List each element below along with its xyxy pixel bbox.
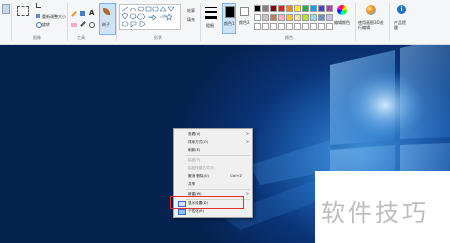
palette-swatch[interactable] [318, 14, 325, 21]
palette-swatch[interactable] [286, 5, 293, 12]
colors-group-label: 颜色 [285, 35, 293, 40]
palette-swatch[interactable] [302, 14, 309, 21]
eraser-icon[interactable] [71, 23, 77, 27]
outline-button[interactable]: 轮廓 [187, 8, 195, 14]
chevron-right-icon: > [245, 131, 249, 136]
pencil-icon[interactable] [71, 11, 77, 17]
color2-button[interactable]: 颜色2 [238, 3, 251, 34]
palette-swatch[interactable] [254, 14, 261, 21]
chevron-right-icon: > [245, 139, 249, 144]
edit-colors-icon[interactable] [337, 5, 347, 15]
shape-icons [121, 6, 175, 28]
highlight-box [170, 196, 244, 209]
ribbon-separator [389, 3, 390, 41]
brush-button[interactable] [99, 3, 116, 35]
paint3d-button[interactable]: 使用画图3D进行编辑 [358, 20, 384, 30]
color1-button[interactable]: 颜色1 [222, 3, 236, 34]
color2-label: 颜色2 [239, 20, 250, 25]
custom-color-slot[interactable] [286, 23, 293, 30]
custom-color-slot[interactable] [262, 23, 269, 30]
menu-item-share[interactable]: 共享 [188, 182, 195, 187]
menu-item-sort-by[interactable]: 排序方式(O) [188, 140, 208, 145]
palette-swatch[interactable] [294, 5, 301, 12]
ribbon-separator [116, 3, 117, 41]
fill-icon[interactable] [80, 11, 85, 16]
brush-label: 刷子 [102, 22, 110, 27]
menu-separator [186, 189, 250, 190]
magnifier-icon[interactable] [89, 22, 95, 28]
color-picker-icon[interactable] [80, 21, 86, 27]
shapes-gallery[interactable] [119, 4, 181, 30]
custom-color-slot[interactable] [302, 23, 309, 30]
image-group-label: 图像 [33, 35, 41, 40]
menu-separator [186, 155, 250, 156]
palette-swatch[interactable] [270, 5, 277, 12]
edit-colors-button[interactable]: 编辑颜色 [334, 20, 352, 25]
ribbon-separator [200, 3, 201, 41]
ribbon-separator [67, 3, 68, 41]
palette-swatch[interactable] [278, 5, 285, 12]
custom-color-slot[interactable] [326, 23, 333, 30]
product-alert-button[interactable]: 产品提醒 [394, 20, 408, 30]
chevron-right-icon: > [245, 191, 249, 196]
palette-swatch[interactable] [318, 5, 325, 12]
text-icon[interactable]: A [89, 9, 94, 17]
resize-icon[interactable] [36, 14, 40, 18]
clipboard-icon[interactable] [2, 4, 10, 14]
palette-swatch[interactable] [262, 5, 269, 12]
menu-item-paste[interactable]: 粘贴(P) [188, 158, 200, 163]
size-line-1 [205, 7, 217, 8]
color1-swatch [225, 6, 235, 18]
palette-swatch[interactable] [294, 14, 301, 21]
custom-color-slot[interactable] [254, 23, 261, 30]
custom-color-slot[interactable] [294, 23, 301, 30]
menu-item-refresh[interactable]: 刷新(E) [188, 148, 200, 153]
menu-item-view[interactable]: 查看(V) [188, 132, 200, 137]
watermark-box: 软件技巧 [315, 171, 450, 243]
custom-color-slot[interactable] [270, 23, 277, 30]
custom-color-slot[interactable] [310, 23, 317, 30]
tools-group-label: 工具 [77, 35, 85, 40]
palette-swatch[interactable] [326, 14, 333, 21]
undo-shortcut: Ctrl+Z [230, 174, 242, 178]
palette-swatch[interactable] [262, 14, 269, 21]
size-line-2 [205, 11, 217, 13]
info-icon[interactable]: i [397, 5, 406, 14]
palette-swatch[interactable] [310, 14, 317, 21]
size-line-3 [205, 16, 217, 19]
menu-item-personalize[interactable]: 个性化(R) [188, 209, 204, 214]
fill-button[interactable]: 填充 [187, 17, 195, 23]
ribbon-separator [11, 3, 12, 41]
watermark-text: 软件技巧 [321, 199, 429, 227]
menu-item-undo-delete[interactable]: 撤消 删除(U) [188, 174, 209, 179]
shapes-group-label: 形状 [154, 35, 162, 40]
palette-swatch[interactable] [302, 5, 309, 12]
ribbon-separator [355, 3, 356, 41]
palette-swatch[interactable] [278, 14, 285, 21]
select-icon[interactable] [17, 6, 29, 16]
color1-label: 颜色1 [224, 21, 235, 26]
personalize-icon [178, 209, 186, 215]
resize-button[interactable]: 重新调整大小 [42, 14, 66, 20]
palette-swatch[interactable] [270, 14, 277, 21]
crop-icon[interactable] [36, 3, 41, 8]
rotate-button[interactable]: 旋转 [42, 22, 50, 28]
color2-swatch [240, 7, 249, 16]
menu-item-paste-shortcut[interactable]: 粘贴快捷方式(S) [188, 166, 215, 171]
custom-color-slot[interactable] [318, 23, 325, 30]
palette-swatch[interactable] [254, 5, 261, 12]
palette-swatch[interactable] [286, 14, 293, 21]
size-label: 粗细 [206, 23, 214, 28]
palette-swatch[interactable] [310, 5, 317, 12]
ribbon: 重新调整大小 旋转 图像 A 工具 刷子 轮廓 填充 形状 粗细 颜色1 颜色2… [0, 0, 450, 45]
palette-swatch[interactable] [326, 5, 333, 12]
paint3d-icon[interactable] [366, 5, 376, 15]
custom-color-slot[interactable] [278, 23, 285, 30]
size-button[interactable]: 粗细 [204, 4, 218, 32]
